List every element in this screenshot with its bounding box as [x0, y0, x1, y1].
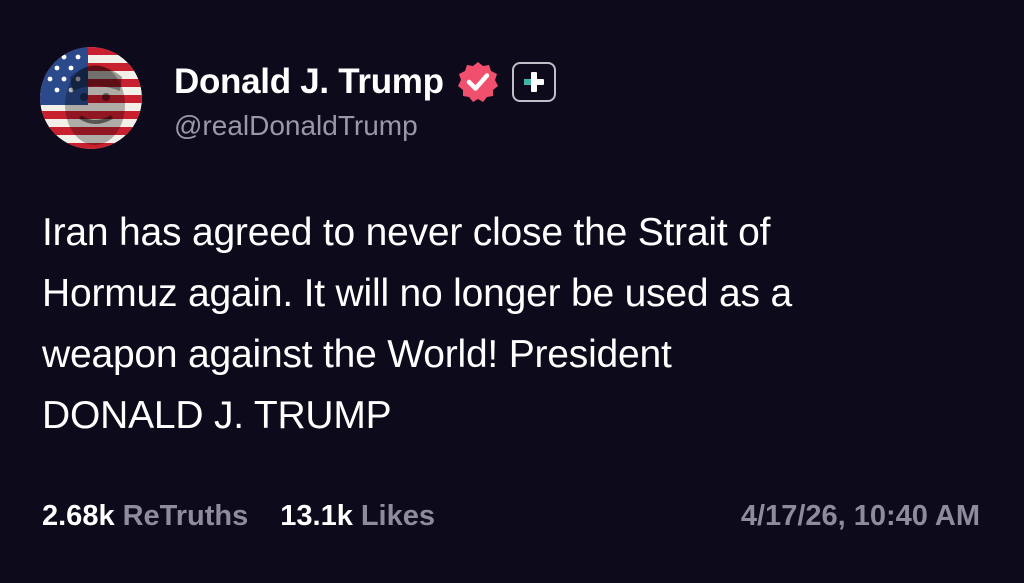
post-stats: 2.68k ReTruths 13.1k Likes — [42, 500, 467, 533]
retruths-label: ReTruths — [122, 500, 249, 532]
follow-plus-button[interactable] — [511, 62, 556, 102]
likes-label: Likes — [360, 500, 436, 532]
likes-count: 13.1k — [280, 500, 353, 532]
verified-badge-icon — [456, 60, 500, 104]
author-handle[interactable]: @realDonaldTrump — [174, 110, 418, 142]
truth-post: Donald J. Trump @realDonaldTrump Iran ha… — [0, 0, 1024, 583]
retruths-stat[interactable]: 2.68k ReTruths — [42, 500, 248, 533]
flag-portrait-avatar-icon — [40, 47, 142, 149]
retruths-count: 2.68k — [42, 500, 115, 532]
author-display-name[interactable]: Donald J. Trump — [174, 62, 444, 102]
author-avatar[interactable] — [40, 47, 142, 149]
plus-icon — [523, 72, 544, 92]
post-body-line: Hormuz again. It will no longer be used … — [42, 272, 792, 315]
author-name-row: Donald J. Trump — [174, 58, 556, 106]
likes-stat[interactable]: 13.1k Likes — [280, 500, 435, 533]
post-body-line: Iran has agreed to never close the Strai… — [42, 211, 771, 254]
post-body-line: DONALD J. TRUMP — [42, 394, 392, 437]
post-body-line: weapon against the World! President — [42, 333, 672, 376]
post-body: Iran has agreed to never close the Strai… — [42, 202, 992, 446]
post-timestamp: 4/17/26, 10:40 AM — [740, 500, 980, 532]
